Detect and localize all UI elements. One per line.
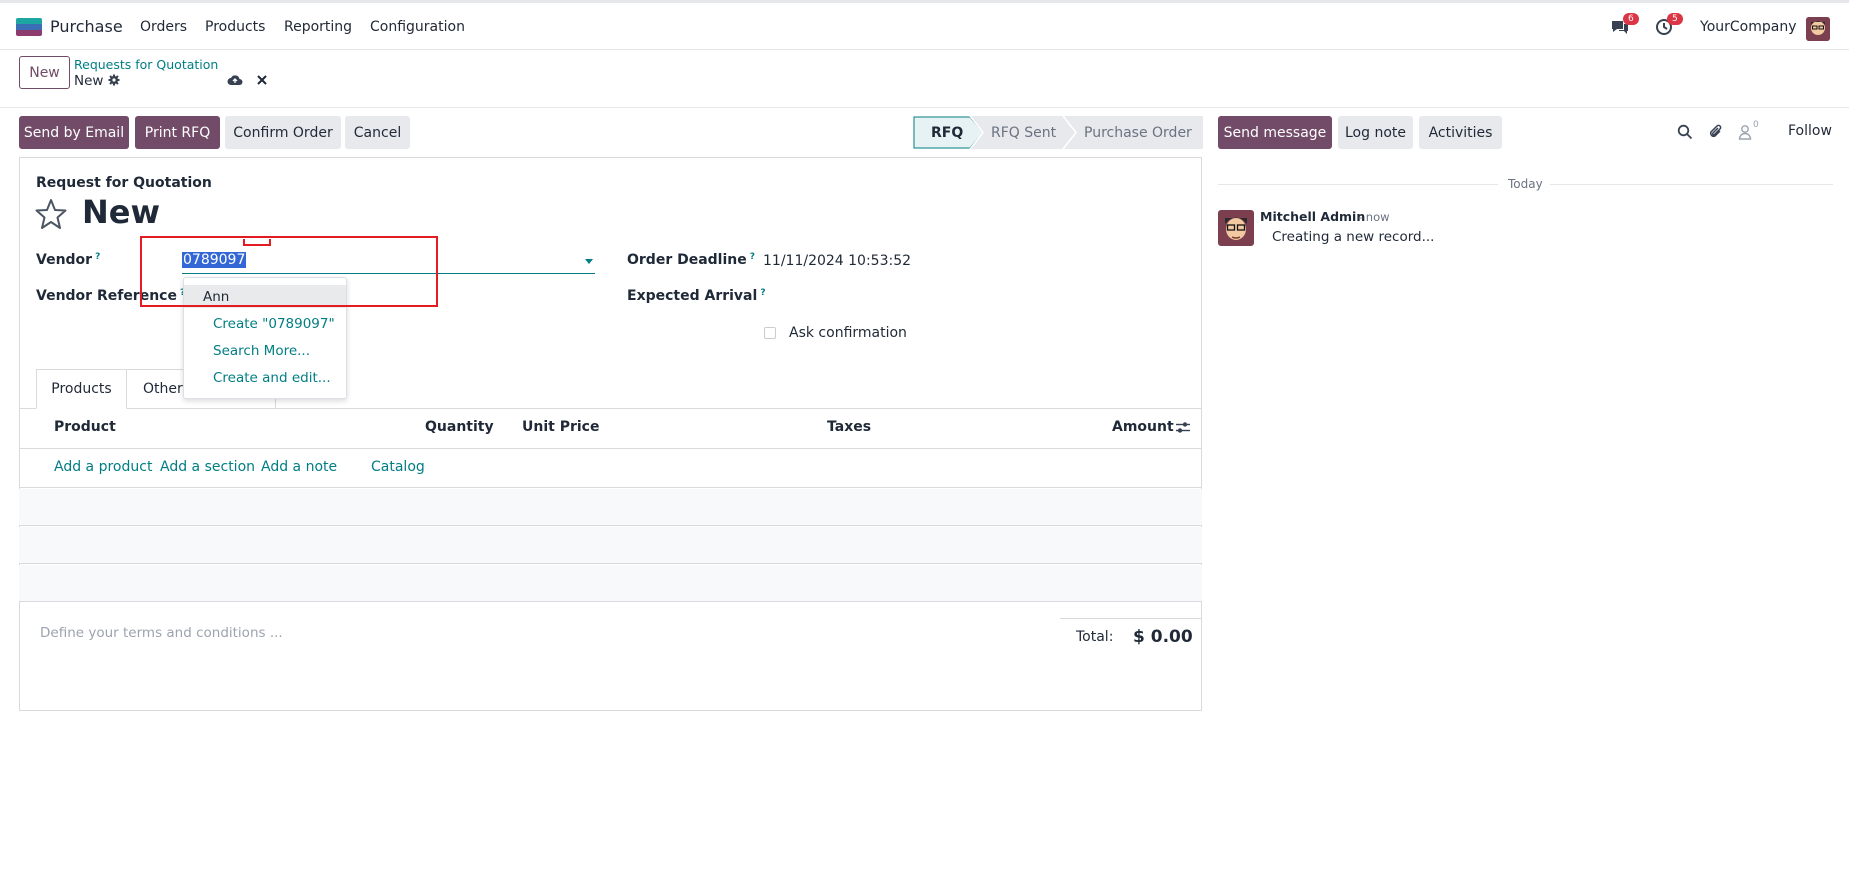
order-deadline-label-text: Order Deadline — [627, 252, 747, 268]
message-author[interactable]: Mitchell Admin — [1260, 209, 1365, 224]
table-row — [19, 565, 1202, 602]
menu-orders[interactable]: Orders — [140, 19, 187, 35]
send-by-email-button[interactable]: Send by Email — [19, 116, 129, 149]
chevron-down-icon[interactable] — [585, 259, 593, 264]
cancel-button[interactable]: Cancel — [345, 116, 410, 149]
discard-close-icon[interactable] — [257, 75, 267, 85]
stage-purchase-order[interactable]: Purchase Order — [1084, 116, 1192, 149]
breadcrumb-current: New — [74, 73, 120, 89]
message-author-avatar[interactable] — [1218, 210, 1254, 246]
total-divider — [1060, 618, 1202, 619]
catalog-link[interactable]: Catalog — [371, 459, 425, 475]
vendor-label: Vendor? — [36, 252, 100, 268]
col-product[interactable]: Product — [54, 419, 116, 435]
date-separator-line-left — [1218, 184, 1498, 185]
stage-rfq-sent[interactable]: RFQ Sent — [991, 116, 1056, 149]
confirm-order-button[interactable]: Confirm Order — [225, 116, 341, 149]
send-message-button[interactable]: Send message — [1218, 116, 1332, 149]
col-quantity[interactable]: Quantity — [425, 419, 494, 435]
priority-star-icon[interactable] — [35, 198, 67, 229]
expected-arrival-label-text: Expected Arrival — [627, 288, 758, 304]
search-icon[interactable] — [1677, 124, 1693, 140]
expected-arrival-help-icon[interactable]: ? — [760, 288, 765, 298]
followers-user-icon[interactable] — [1738, 124, 1752, 140]
top-navbar: Purchase Orders Products Reporting Confi… — [0, 0, 1849, 50]
breadcrumb-parent[interactable]: Requests for Quotation — [74, 57, 218, 72]
stage-rfq[interactable]: RFQ — [931, 116, 963, 149]
add-section-link[interactable]: Add a section — [160, 459, 255, 475]
col-unit-price[interactable]: Unit Price — [522, 419, 599, 435]
table-header-divider — [19, 448, 1202, 449]
table-row — [19, 489, 1202, 526]
follow-button[interactable]: Follow — [1788, 123, 1832, 139]
activities-button-chatter[interactable]: Activities — [1419, 116, 1502, 149]
add-note-link[interactable]: Add a note — [261, 459, 337, 475]
save-cloud-icon[interactable] — [227, 73, 243, 86]
gear-icon[interactable] — [108, 74, 120, 86]
order-deadline-value[interactable]: 11/11/2024 10:53:52 — [763, 253, 911, 269]
order-deadline-label: Order Deadline? — [627, 252, 755, 268]
ask-confirmation-checkbox[interactable] — [764, 327, 776, 339]
terms-and-conditions-field[interactable]: Define your terms and conditions ... — [40, 625, 283, 641]
control-panel — [0, 50, 1849, 108]
new-record-button[interactable]: New — [19, 56, 70, 89]
messages-button[interactable]: 6 — [1610, 13, 1639, 40]
menu-reporting[interactable]: Reporting — [284, 19, 352, 35]
add-product-link[interactable]: Add a product — [54, 459, 152, 475]
company-switcher[interactable]: YourCompany — [1700, 19, 1797, 35]
tab-products-label: Products — [51, 381, 112, 397]
vendor-label-text: Vendor — [36, 252, 93, 268]
user-avatar[interactable] — [1806, 17, 1830, 41]
column-settings-icon[interactable] — [1175, 421, 1191, 434]
breadcrumb-current-label: New — [74, 73, 104, 89]
tab-products[interactable]: Products — [36, 369, 127, 409]
print-rfq-button[interactable]: Print RFQ — [135, 116, 220, 149]
dropdown-item-create[interactable]: Create "0789097" — [184, 312, 346, 335]
message-time: - now — [1358, 210, 1390, 224]
date-separator-line-right — [1550, 184, 1833, 185]
author-avatar-icon — [1218, 210, 1254, 246]
ask-confirmation-label: Ask confirmation — [789, 325, 907, 341]
col-taxes[interactable]: Taxes — [827, 419, 871, 435]
expected-arrival-label: Expected Arrival? — [627, 288, 766, 304]
app-name[interactable]: Purchase — [50, 17, 123, 36]
paperclip-icon[interactable] — [1708, 123, 1724, 141]
dropdown-item-create-and-edit[interactable]: Create and edit... — [184, 366, 346, 389]
log-note-button[interactable]: Log note — [1338, 116, 1413, 149]
menu-configuration[interactable]: Configuration — [370, 19, 465, 35]
add-line-divider — [19, 487, 1202, 488]
activities-button[interactable]: 5 — [1655, 13, 1683, 40]
message-body: Creating a new record... — [1272, 229, 1435, 245]
user-avatar-icon — [1806, 17, 1830, 41]
record-title: New — [82, 193, 161, 231]
messages-badge: 6 — [1623, 13, 1639, 25]
table-row — [19, 527, 1202, 564]
menu-products[interactable]: Products — [205, 19, 265, 35]
order-deadline-help-icon[interactable]: ? — [750, 252, 755, 262]
tab-other-label: Other — [143, 381, 183, 397]
total-label: Total: — [1076, 629, 1114, 645]
dropdown-item-create-and-edit-label: Create and edit... — [213, 369, 331, 386]
app-logo-icon[interactable] — [16, 18, 42, 36]
vendor-help-icon[interactable]: ? — [95, 252, 100, 262]
dropdown-item-create-label: Create "0789097" — [213, 315, 335, 332]
dropdown-item-search-more-label: Search More... — [213, 342, 311, 359]
total-value: $ 0.00 — [1133, 627, 1193, 647]
col-amount[interactable]: Amount — [1112, 419, 1174, 435]
activities-badge: 5 — [1667, 13, 1683, 25]
followers-count: 0 — [1753, 120, 1759, 130]
highlight-box — [140, 236, 438, 307]
highlight-tab-marker — [243, 239, 271, 246]
doc-type-label: Request for Quotation — [36, 175, 212, 191]
dropdown-item-search-more[interactable]: Search More... — [184, 339, 346, 362]
date-separator: Today — [1508, 177, 1543, 191]
